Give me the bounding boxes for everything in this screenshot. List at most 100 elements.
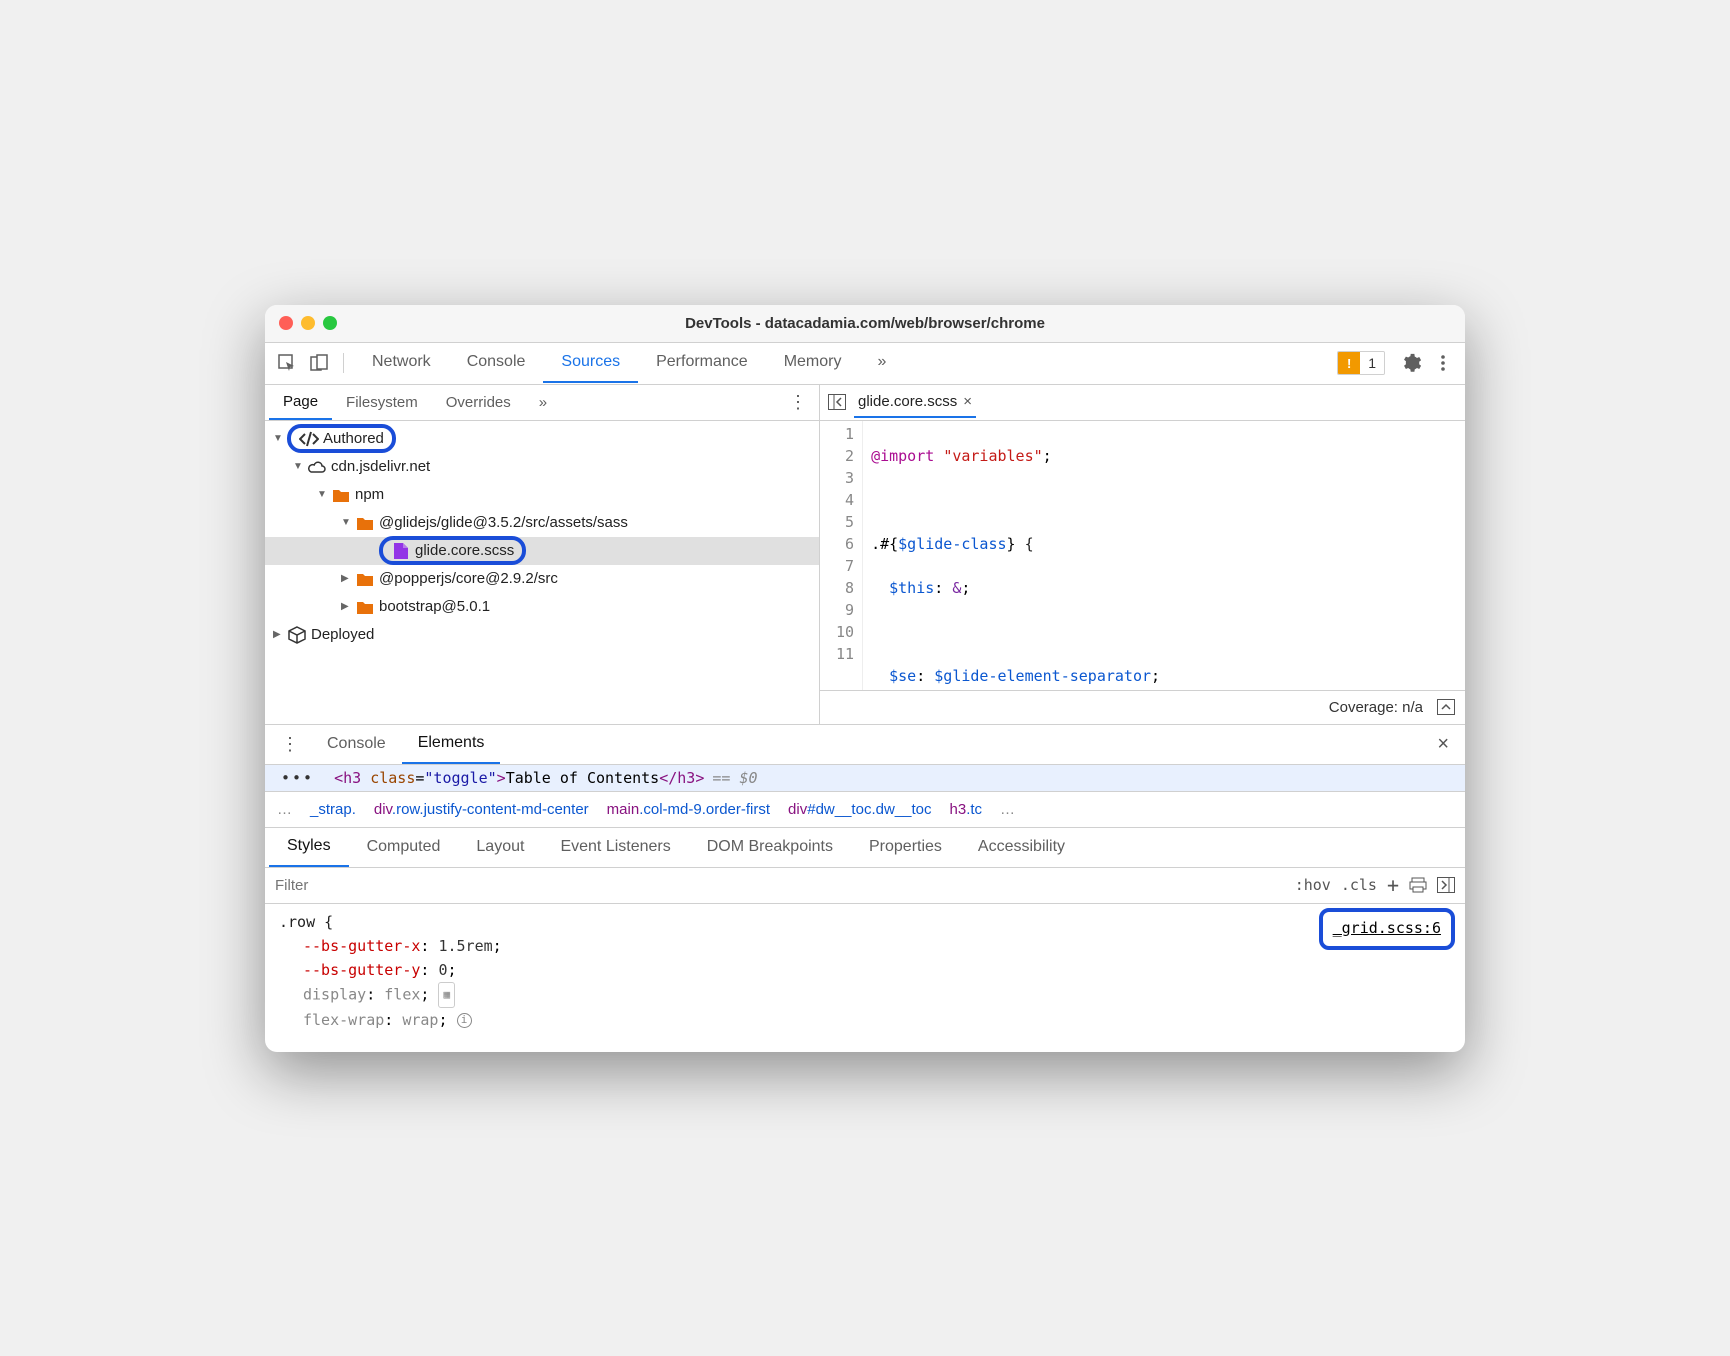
drawer-tab-elements[interactable]: Elements — [402, 724, 501, 764]
code-editor: glide.core.scss × 1234567891011 @import … — [820, 385, 1465, 724]
cls-toggle[interactable]: .cls — [1341, 876, 1377, 894]
tab-sources[interactable]: Sources — [543, 343, 638, 383]
drawer-kebab-icon[interactable]: ⋮ — [273, 730, 307, 759]
coverage-label: Coverage: n/a — [1329, 699, 1423, 716]
styles-tab-dom-breakpoints[interactable]: DOM Breakpoints — [689, 828, 851, 866]
drawer-close-icon[interactable]: × — [1429, 729, 1457, 760]
tab-network[interactable]: Network — [354, 343, 449, 383]
css-decl[interactable]: --bs-gutter-y: 0; — [303, 958, 1451, 982]
styles-filter-bar: :hov .cls + — [265, 868, 1465, 904]
styles-filter-input[interactable] — [275, 877, 1285, 894]
line-gutter: 1234567891011 — [820, 421, 863, 690]
element-html: <h3 class="toggle">Table of Contents</h3… — [334, 769, 704, 787]
settings-icon[interactable] — [1397, 349, 1425, 377]
editor-file-tab[interactable]: glide.core.scss × — [854, 387, 976, 418]
panel-tabs: Network Console Sources Performance Memo… — [354, 343, 1333, 383]
nav-more-tabs-icon[interactable]: » — [525, 386, 561, 419]
crumb-strap[interactable]: _strap. — [310, 801, 356, 818]
tree-deployed[interactable]: ▶ Deployed — [265, 621, 819, 649]
tree-npm-label: npm — [355, 486, 384, 503]
authored-highlight: Authored — [287, 424, 396, 453]
cloud-icon — [307, 460, 327, 474]
css-decl[interactable]: --bs-gutter-x: 1.5rem; — [303, 934, 1451, 958]
tree-bootstrap-label: bootstrap@5.0.1 — [379, 598, 490, 615]
warning-icon: ! — [1338, 352, 1360, 374]
warnings-count: 1 — [1360, 352, 1384, 374]
info-icon[interactable]: i — [457, 1013, 472, 1028]
tree-authored[interactable]: ▼ Authored — [265, 425, 819, 453]
close-tab-icon[interactable]: × — [963, 393, 972, 410]
element-dollar-zero: == $0 — [712, 769, 757, 787]
nav-tab-page[interactable]: Page — [269, 385, 332, 420]
styles-tab-properties[interactable]: Properties — [851, 828, 960, 866]
crumb-toc[interactable]: div#dw__toc.dw__toc — [788, 801, 931, 818]
styles-tab-layout[interactable]: Layout — [458, 828, 542, 866]
nav-tab-filesystem[interactable]: Filesystem — [332, 386, 432, 419]
css-decl[interactable]: flex-wrap: wrap; i — [303, 1008, 1451, 1032]
styles-tab-event-listeners[interactable]: Event Listeners — [542, 828, 688, 866]
folder-icon — [355, 600, 375, 614]
devtools-window: DevTools - datacadamia.com/web/browser/c… — [265, 305, 1465, 1052]
collapse-panel-icon[interactable] — [1437, 699, 1455, 715]
tree-popper-folder[interactable]: ▶ @popperjs/core@2.9.2/src — [265, 565, 819, 593]
nav-tab-overrides[interactable]: Overrides — [432, 386, 525, 419]
kebab-menu-icon[interactable] — [1429, 349, 1457, 377]
code-content: @import "variables"; .#{$glide-class} { … — [863, 421, 1177, 690]
drawer: ⋮ Console Elements × ••• <h3 class="togg… — [265, 725, 1465, 1052]
navigator-kebab-icon[interactable]: ⋮ — [781, 388, 815, 417]
flex-badge-icon[interactable]: ▦ — [438, 982, 455, 1008]
tree-glide-file-label: glide.core.scss — [415, 542, 514, 559]
navigator-tabs: Page Filesystem Overrides » ⋮ — [265, 385, 819, 421]
tree-glide-file[interactable]: glide.core.scss — [265, 537, 819, 565]
crumb-ellipsis-left[interactable]: … — [277, 801, 292, 818]
warnings-badge[interactable]: ! 1 — [1337, 351, 1385, 375]
tree-cdn[interactable]: ▼ cdn.jsdelivr.net — [265, 453, 819, 481]
sources-navigator: Page Filesystem Overrides » ⋮ ▼ Authored… — [265, 385, 820, 724]
crumb-ellipsis-right[interactable]: … — [1000, 801, 1015, 818]
main-toolbar: Network Console Sources Performance Memo… — [265, 343, 1465, 385]
close-window-button[interactable] — [279, 316, 293, 330]
styles-tab-computed[interactable]: Computed — [349, 828, 459, 866]
styles-tab-accessibility[interactable]: Accessibility — [960, 828, 1083, 866]
folder-icon — [331, 488, 351, 502]
tab-memory[interactable]: Memory — [766, 343, 860, 383]
crumb-row[interactable]: div.row.justify-content-md-center — [374, 801, 589, 818]
more-tabs-icon[interactable]: » — [859, 343, 904, 383]
editor-tabs: glide.core.scss × — [820, 385, 1465, 421]
authored-label: Authored — [323, 430, 384, 447]
crumb-main[interactable]: main.col-md-9.order-first — [607, 801, 770, 818]
traffic-lights — [279, 316, 337, 330]
file-tree: ▼ Authored ▼ cdn.jsdelivr.net ▼ npm — [265, 421, 819, 724]
tree-npm[interactable]: ▼ npm — [265, 481, 819, 509]
tree-glide-folder-label: @glidejs/glide@3.5.2/src/assets/sass — [379, 514, 628, 531]
source-link-text[interactable]: _grid.scss:6 — [1333, 919, 1441, 937]
code-area[interactable]: 1234567891011 @import "variables"; .#{$g… — [820, 421, 1465, 690]
css-selector[interactable]: .row { — [279, 910, 1451, 934]
print-media-icon[interactable] — [1409, 877, 1427, 893]
tree-glide-folder[interactable]: ▼ @glidejs/glide@3.5.2/src/assets/sass — [265, 509, 819, 537]
drawer-tab-console[interactable]: Console — [311, 725, 402, 763]
expand-element-icon[interactable]: ••• — [281, 769, 314, 787]
tree-bootstrap-folder[interactable]: ▶ bootstrap@5.0.1 — [265, 593, 819, 621]
folder-icon — [355, 516, 375, 530]
tab-performance[interactable]: Performance — [638, 343, 766, 383]
css-decl[interactable]: display: flex; ▦ — [303, 982, 1451, 1008]
tab-console[interactable]: Console — [449, 343, 544, 383]
breadcrumbs: … _strap. div.row.justify-content-md-cen… — [265, 792, 1465, 828]
titlebar: DevTools - datacadamia.com/web/browser/c… — [265, 305, 1465, 343]
coverage-bar: Coverage: n/a — [820, 690, 1465, 724]
hov-toggle[interactable]: :hov — [1295, 876, 1331, 894]
styles-tab-styles[interactable]: Styles — [269, 827, 349, 867]
inspect-element-icon[interactable] — [273, 349, 301, 377]
styles-body: _grid.scss:6 .row { --bs-gutter-x: 1.5re… — [265, 904, 1465, 1052]
device-toolbar-icon[interactable] — [305, 349, 333, 377]
crumb-h3[interactable]: h3.tc — [950, 801, 983, 818]
show-navigator-icon[interactable] — [828, 394, 846, 410]
minimize-window-button[interactable] — [301, 316, 315, 330]
computed-sidebar-icon[interactable] — [1437, 877, 1455, 893]
folder-icon — [355, 572, 375, 586]
elements-selected-row[interactable]: ••• <h3 class="toggle">Table of Contents… — [265, 765, 1465, 792]
maximize-window-button[interactable] — [323, 316, 337, 330]
new-style-rule-icon[interactable]: + — [1387, 873, 1399, 897]
code-icon — [299, 431, 319, 447]
